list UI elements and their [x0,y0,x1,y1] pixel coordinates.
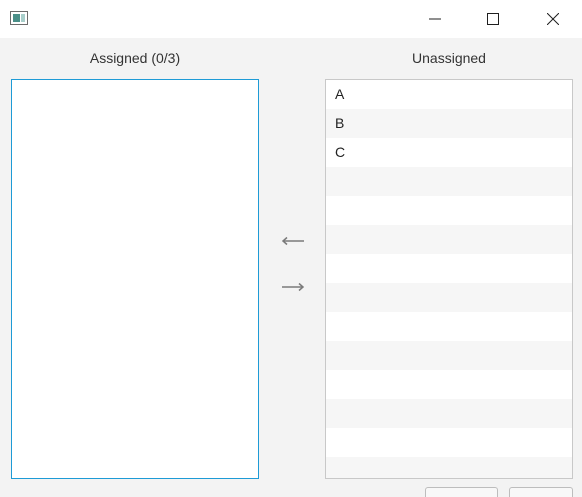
maximize-button[interactable] [464,0,522,38]
list-item [326,254,572,283]
minimize-icon [429,18,441,20]
minimize-button[interactable] [406,0,464,38]
list-item [326,312,572,341]
list-item [326,457,572,478]
unassigned-list[interactable]: A B C [325,79,573,479]
arrow-right-icon [282,282,305,292]
list-item[interactable]: A [326,80,572,109]
list-item [326,225,572,254]
close-icon [547,13,559,25]
list-item [326,341,572,370]
app-icon [10,11,28,25]
list-item [326,370,572,399]
unassigned-label: Unassigned [412,50,486,66]
close-button[interactable] [524,0,582,38]
list-item [326,167,572,196]
maximize-icon [487,13,499,25]
dialog-button[interactable] [425,487,498,497]
list-item [326,283,572,312]
arrow-left-icon [281,236,304,246]
assigned-list[interactable] [11,79,259,479]
move-to-assigned-button[interactable] [278,229,308,253]
list-item[interactable]: B [326,109,572,138]
move-to-unassigned-button[interactable] [278,275,308,299]
list-item [326,196,572,225]
title-bar [0,0,582,38]
list-item [326,428,572,457]
list-item [326,399,572,428]
assigned-label: Assigned (0/3) [89,50,181,66]
list-item[interactable]: C [326,138,572,167]
dialog-button[interactable] [509,487,573,497]
